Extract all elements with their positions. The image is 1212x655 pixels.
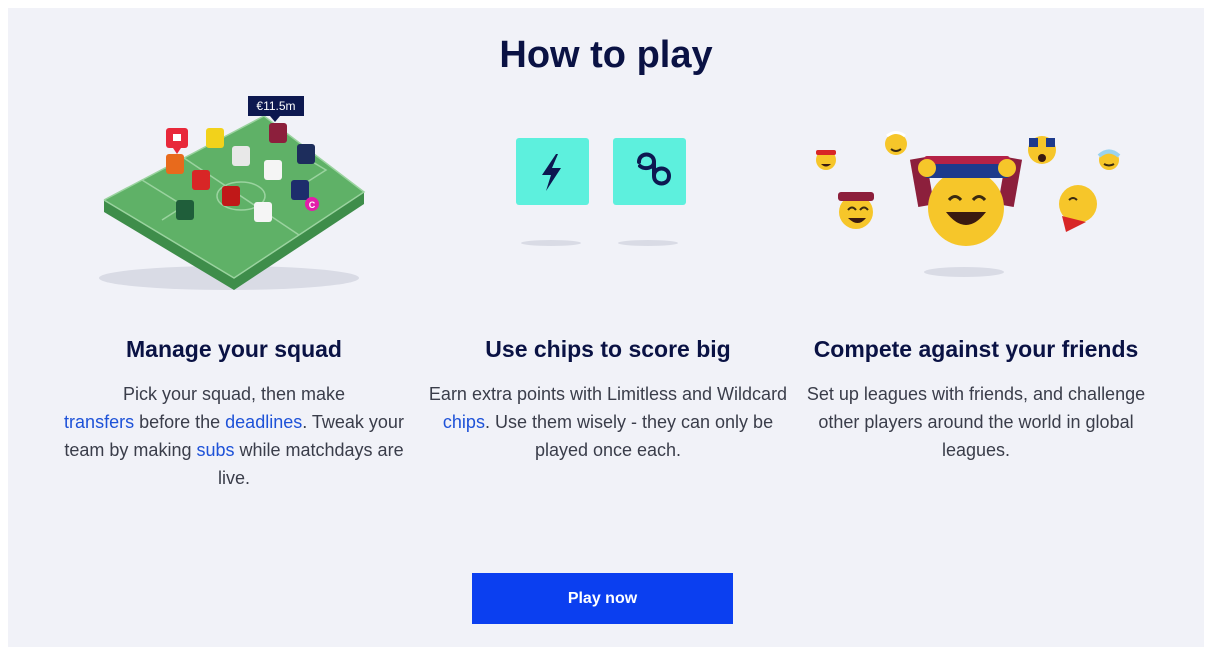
feature-heading: Manage your squad bbox=[126, 336, 342, 362]
feature-description: Earn extra points with Limitless and Wil… bbox=[428, 384, 788, 460]
chips-link[interactable]: chips bbox=[443, 412, 485, 432]
pitch-illustration: C €11.5m bbox=[99, 96, 366, 290]
deadlines-link[interactable]: deadlines bbox=[225, 412, 302, 432]
price-tag: €11.5m bbox=[256, 99, 295, 113]
feature-heading: Compete against your friends bbox=[813, 336, 1139, 362]
feature-heading: Use chips to score big bbox=[485, 336, 731, 362]
fans-emoji-illustration bbox=[816, 131, 1121, 277]
chips-illustration bbox=[516, 138, 686, 246]
lightning-icon bbox=[516, 138, 589, 205]
how-to-play-section: How to play C €11.5m Manage your squad P… bbox=[8, 8, 1204, 647]
feature-description: Pick your squad, then make transfers befo… bbox=[64, 384, 404, 488]
page-title: How to play bbox=[499, 34, 713, 76]
transfers-link[interactable]: transfers bbox=[64, 412, 134, 432]
captain-badge: C bbox=[309, 200, 316, 210]
infinity-icon bbox=[613, 138, 686, 205]
play-now-button[interactable]: Play now bbox=[472, 573, 733, 624]
subs-link[interactable]: subs bbox=[196, 440, 234, 460]
feature-description: Set up leagues with friends, and challen… bbox=[806, 384, 1146, 460]
